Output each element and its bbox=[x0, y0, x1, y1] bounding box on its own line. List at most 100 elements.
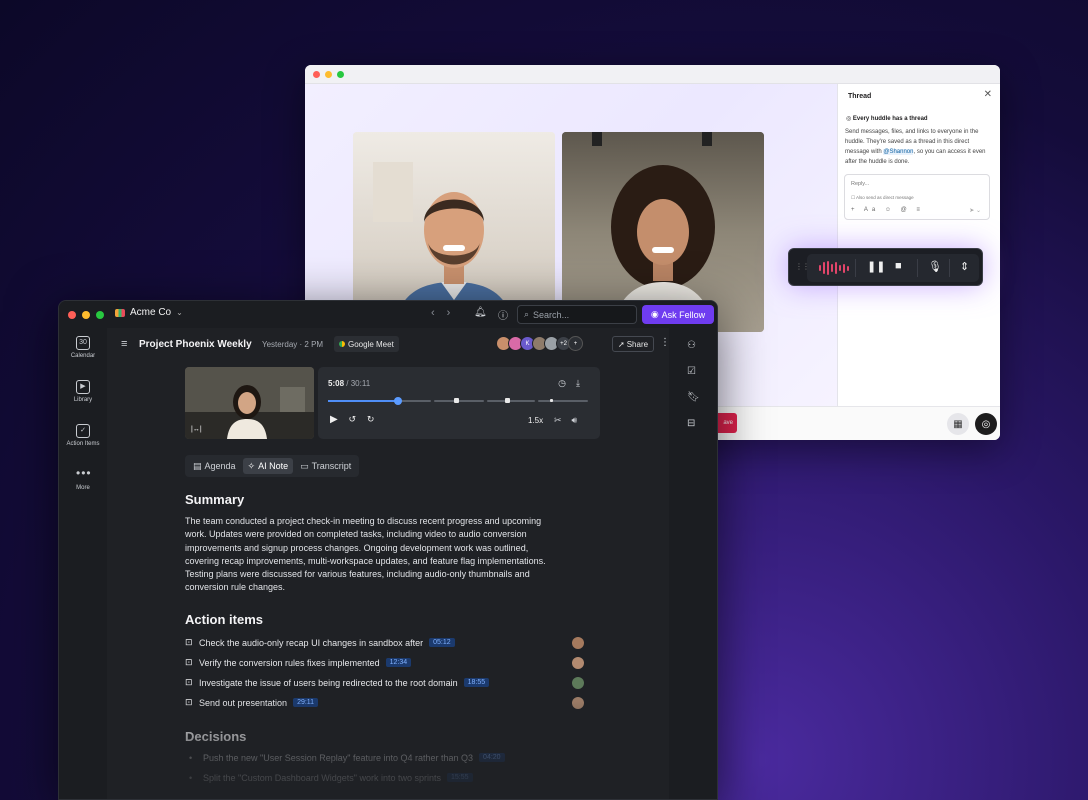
calendar-icon: 30 bbox=[76, 336, 90, 350]
add-participant-icon[interactable]: + bbox=[568, 336, 583, 351]
thread-subtitle: ◎ Every huddle has a thread bbox=[846, 115, 928, 122]
help-icon[interactable]: ⓘ bbox=[498, 307, 508, 322]
rewind-icon[interactable]: ↺ bbox=[348, 414, 356, 424]
progress-scrubber[interactable] bbox=[328, 397, 588, 405]
tab-agenda[interactable]: ▤ Agenda bbox=[188, 458, 241, 474]
recording-thumbnail[interactable]: |↔| bbox=[185, 367, 314, 439]
action-item-text[interactable]: Send out presentation bbox=[199, 698, 287, 708]
playback-speed[interactable]: 1.5x bbox=[528, 416, 543, 425]
action-item-text[interactable]: Verify the conversion rules fixes implem… bbox=[199, 658, 380, 668]
participant-avatars[interactable]: K +2 + bbox=[496, 336, 583, 351]
close-thread-icon[interactable]: ✕ bbox=[984, 89, 992, 100]
microphone-icon[interactable]: 🎙 bbox=[928, 260, 942, 273]
timestamp-link[interactable]: 15:55 bbox=[447, 773, 473, 783]
meeting-header: ≡ Project Phoenix Weekly Yesterday · 2 P… bbox=[107, 328, 670, 360]
scissors-icon[interactable]: ✂ bbox=[554, 415, 572, 425]
timestamp-link[interactable]: 12:34 bbox=[385, 658, 412, 668]
ask-fellow-button[interactable]: ◉ Ask Fellow bbox=[642, 305, 714, 324]
menu-icon[interactable]: ≡ bbox=[121, 338, 127, 350]
clock-icon[interactable]: ◷ bbox=[558, 378, 576, 388]
decision-text[interactable]: Split the "Custom Dashboard Widgets" wor… bbox=[203, 773, 441, 783]
nav-more-label: More bbox=[76, 485, 90, 491]
share-label: Share bbox=[626, 339, 649, 349]
forward-icon[interactable]: ↻ bbox=[367, 414, 375, 424]
mention-link[interactable]: @Shannon bbox=[883, 149, 914, 155]
list-item: ⊡ Send out presentation 29:11 bbox=[185, 693, 584, 713]
minimize-window-button[interactable] bbox=[325, 70, 332, 78]
avatar[interactable] bbox=[572, 636, 584, 649]
checklist-icon[interactable]: ☑ bbox=[687, 366, 696, 377]
google-meet-badge[interactable]: Google Meet bbox=[334, 336, 399, 352]
back-arrow-icon[interactable]: ‹ bbox=[431, 307, 447, 319]
bookmark-icon[interactable]: 🔖︎ bbox=[687, 392, 700, 403]
list-item: • Split the "Custom Dashboard Widgets" w… bbox=[185, 768, 575, 788]
workspace-logo bbox=[115, 308, 125, 317]
close-window-button[interactable] bbox=[68, 311, 76, 319]
note-marker[interactable] bbox=[550, 399, 553, 402]
nav-library[interactable]: ▶ Library bbox=[59, 380, 107, 403]
tab-ai-note[interactable]: ✧ AI Note bbox=[242, 458, 294, 474]
volume-icon[interactable]: 🔊︎ bbox=[572, 415, 588, 425]
nav-calendar-label: Calendar bbox=[70, 353, 96, 359]
meeting-title: Project Phoenix Weekly bbox=[139, 339, 252, 350]
scrubber-handle[interactable] bbox=[394, 397, 402, 405]
nav-library-label: Library bbox=[73, 397, 93, 403]
decision-text[interactable]: Push the new "User Session Replay" featu… bbox=[203, 753, 473, 763]
canvas-icon[interactable]: ▦ bbox=[947, 413, 969, 435]
close-window-button[interactable] bbox=[313, 70, 320, 78]
timestamp-link[interactable]: 29:11 bbox=[293, 698, 319, 708]
contact-card-icon[interactable]: ⊟ bbox=[687, 418, 695, 429]
timestamp-link[interactable]: 05:12 bbox=[429, 638, 455, 648]
tab-transcript[interactable]: ▭ Transcript bbox=[295, 458, 356, 474]
thread-toggle-icon[interactable]: ◎ bbox=[975, 413, 997, 435]
stop-recording-icon[interactable]: ■ bbox=[895, 260, 902, 272]
divider bbox=[855, 259, 856, 277]
minimize-window-button[interactable] bbox=[82, 311, 90, 319]
play-icon[interactable]: ▶ bbox=[330, 414, 338, 425]
summary-text: The team conducted a project check-in me… bbox=[185, 516, 546, 593]
also-send-checkbox[interactable]: ☐ Also send as direct message bbox=[851, 195, 914, 201]
bell-icon[interactable]: 🔔︎ bbox=[474, 307, 487, 318]
window-controls bbox=[68, 311, 104, 319]
meeting-time: Yesterday · 2 PM bbox=[262, 340, 324, 349]
note-tabs: ▤ Agenda ✧ AI Note ▭ Transcript bbox=[185, 455, 360, 477]
add-task-checkbox-icon[interactable]: ⊡ bbox=[185, 657, 199, 668]
nav-more[interactable]: ••• More bbox=[59, 467, 107, 491]
avatar[interactable] bbox=[572, 676, 584, 689]
right-toolbar: ⚇ ☑ 🔖︎ ⊟ bbox=[669, 328, 717, 799]
maximize-window-button[interactable] bbox=[96, 311, 104, 319]
share-button[interactable]: ➚ Share bbox=[612, 336, 655, 352]
nav-calendar[interactable]: 30 Calendar bbox=[59, 336, 107, 359]
thread-reply-input[interactable]: Reply... ☐ Also send as direct message +… bbox=[844, 174, 990, 220]
maximize-window-button[interactable] bbox=[337, 70, 344, 78]
search-input[interactable]: ⌕ Search... bbox=[517, 305, 637, 324]
summary-heading: Summary bbox=[185, 492, 245, 507]
workspace-switcher[interactable]: Acme Co ⌄ bbox=[115, 307, 183, 318]
people-icon[interactable]: ⚇ bbox=[687, 340, 696, 351]
list-item: • Push the new "User Session Replay" fea… bbox=[185, 748, 575, 768]
recorder-toolbar: ⋮⋮ ❚❚ ■ 🎙 ⇕ bbox=[788, 248, 983, 286]
download-icon[interactable]: ⤓ bbox=[576, 378, 590, 388]
checkbox-icon: ✓ bbox=[76, 424, 90, 438]
add-task-checkbox-icon[interactable]: ⊡ bbox=[185, 637, 199, 648]
expand-icon[interactable]: |↔| bbox=[191, 426, 202, 433]
nav-action-items[interactable]: ✓ Action Items bbox=[59, 424, 107, 447]
action-item-text[interactable]: Investigate the issue of users being red… bbox=[199, 678, 458, 688]
avatar[interactable] bbox=[572, 696, 584, 709]
add-task-checkbox-icon[interactable]: ⊡ bbox=[185, 697, 199, 708]
timestamp-link[interactable]: 18:55 bbox=[463, 678, 490, 688]
forward-arrow-icon[interactable]: › bbox=[447, 307, 463, 319]
avatar[interactable] bbox=[572, 656, 584, 669]
action-item-text[interactable]: Check the audio-only recap UI changes in… bbox=[199, 638, 423, 648]
timestamp-link[interactable]: 04:20 bbox=[479, 753, 505, 763]
note-marker[interactable] bbox=[505, 398, 510, 403]
pause-recording-icon[interactable]: ❚❚ bbox=[867, 260, 885, 273]
note-marker[interactable] bbox=[454, 398, 459, 403]
send-icon[interactable]: ➤ ⌄ bbox=[969, 207, 981, 214]
reply-formatting-tools[interactable]: + Aa ☺ @ ≡ bbox=[851, 207, 924, 213]
add-task-checkbox-icon[interactable]: ⊡ bbox=[185, 677, 199, 688]
chat-bubble-icon: ◉ bbox=[650, 309, 659, 319]
list-item: ⊡ Verify the conversion rules fixes impl… bbox=[185, 653, 584, 673]
tab-transcript-label: Transcript bbox=[311, 461, 352, 471]
collapse-icon[interactable]: ⇕ bbox=[960, 260, 969, 273]
